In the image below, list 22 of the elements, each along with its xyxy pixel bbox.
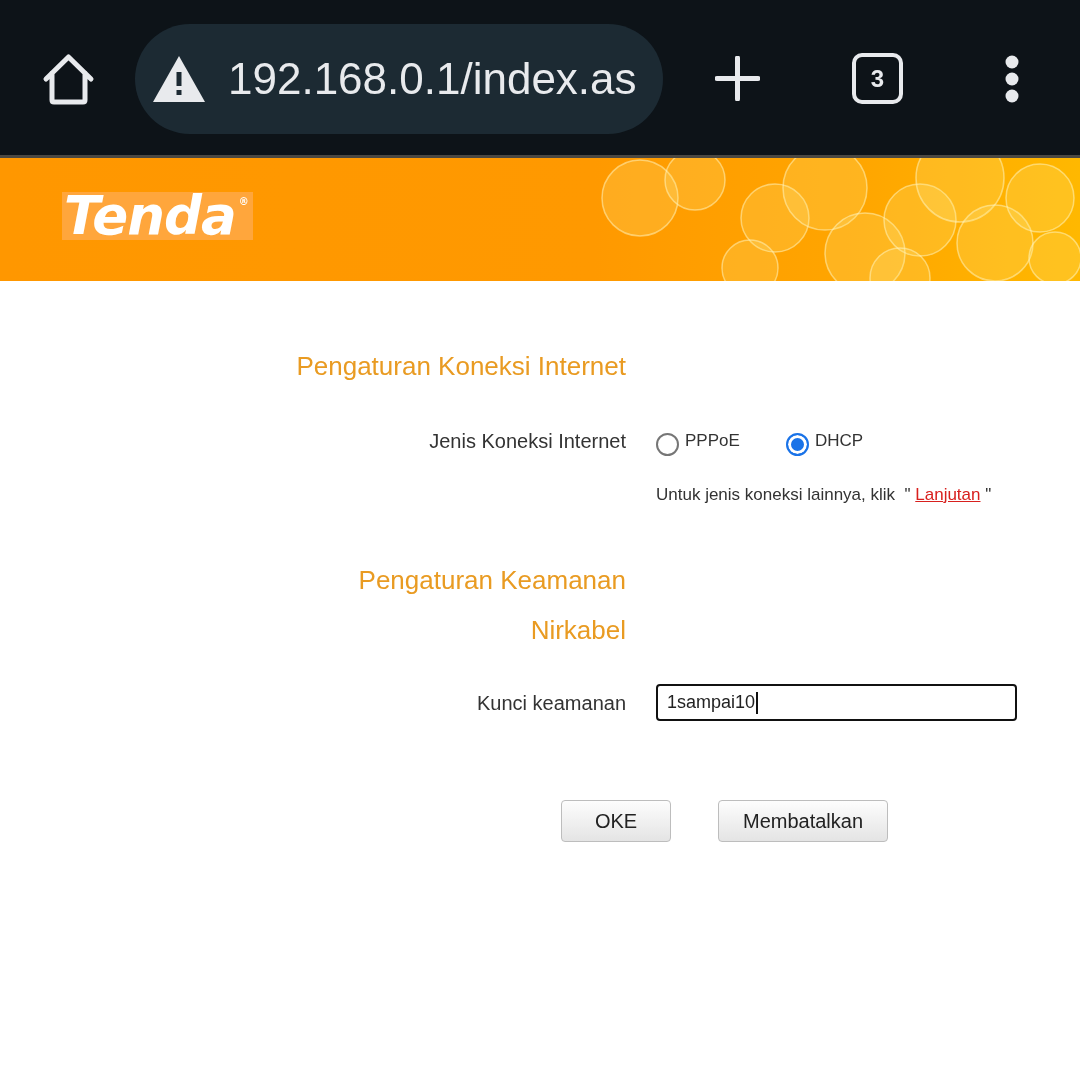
- address-bar[interactable]: 192.168.0.1/index.as: [135, 23, 663, 134]
- form-label: Kunci keamanan: [476, 690, 626, 716]
- radio-label: PPPoE: [685, 430, 740, 451]
- plus-icon[interactable]: [715, 56, 760, 101]
- warning-icon[interactable]: [153, 55, 205, 102]
- security-key-field[interactable]: 1sampai10: [656, 684, 1017, 721]
- form-button[interactable]: OKE: [561, 800, 671, 842]
- url-text: 192.168.0.1/index.as: [228, 53, 637, 104]
- text-link[interactable]: Lanjutan: [915, 485, 981, 504]
- text-cursor-icon: [756, 691, 759, 714]
- home-icon[interactable]: [42, 52, 95, 105]
- menu-icon[interactable]: [1005, 54, 1019, 103]
- logo-text: Tenda$^{®}$: [62, 192, 253, 240]
- radio-button[interactable]: [786, 433, 809, 456]
- form-label: Jenis Koneksi Internet: [428, 428, 626, 454]
- section-heading: Pengaturan Koneksi Internet: [295, 350, 626, 383]
- radio-label: DHCP: [815, 430, 864, 451]
- section-heading: Pengaturan Keamanan Nirkabel: [357, 564, 626, 647]
- hint-text: Untuk jenis koneksi lainnya, klik " Lanjutan ": [656, 484, 992, 506]
- form-button[interactable]: Membatalkan: [718, 800, 889, 842]
- tab-count-button[interactable]: 3: [852, 53, 903, 104]
- radio-button[interactable]: [656, 433, 679, 456]
